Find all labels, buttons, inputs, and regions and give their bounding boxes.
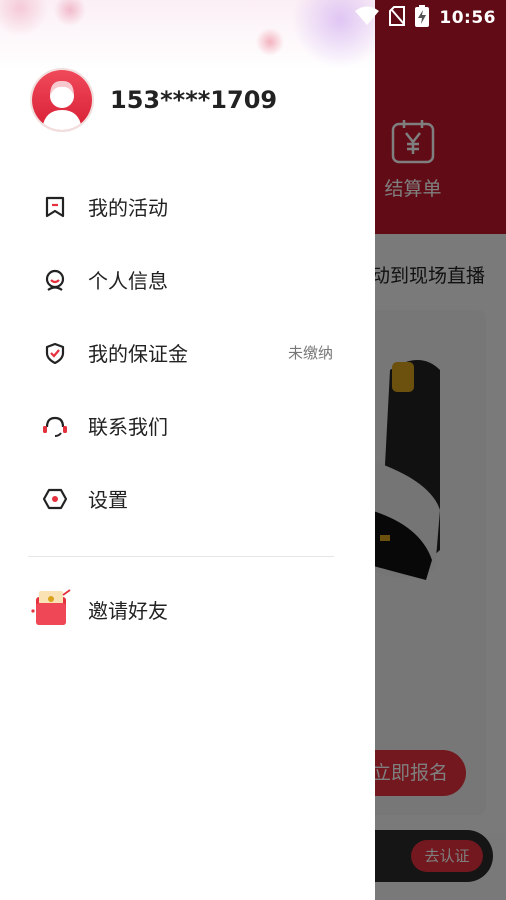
menu-item-my-activities[interactable]: 我的活动 xyxy=(0,170,375,243)
menu-item-contact-us[interactable]: 联系我们 xyxy=(0,389,375,462)
navigation-drawer: 153****1709 我的活动 个人信息 我的保证金 未缴纳 联系我们 设置 … xyxy=(0,0,375,900)
battery-charging-icon xyxy=(415,5,430,31)
menu-item-label: 设置 xyxy=(88,488,128,512)
hexagon-settings-icon xyxy=(42,486,68,512)
clock: 10:56 xyxy=(439,8,496,28)
status-bar: 10:56 xyxy=(355,5,496,31)
menu-item-label: 我的保证金 xyxy=(88,342,188,366)
user-phone: 153****1709 xyxy=(110,86,278,114)
menu-item-settings[interactable]: 设置 xyxy=(0,462,375,535)
invite-label: 邀请好友 xyxy=(88,599,168,623)
menu-divider xyxy=(28,556,334,557)
menu-item-my-deposit[interactable]: 我的保证金 未缴纳 xyxy=(0,316,375,389)
menu-item-invite-friends[interactable]: 邀请好友 xyxy=(0,572,375,644)
person-icon xyxy=(42,267,68,293)
headset-icon xyxy=(42,413,68,439)
wifi-icon xyxy=(355,6,380,30)
deposit-status: 未缴纳 xyxy=(287,344,333,362)
menu-item-label: 联系我们 xyxy=(88,415,168,439)
menu-item-label: 我的活动 xyxy=(88,196,168,220)
shield-check-icon xyxy=(42,340,68,366)
drawer-decoration xyxy=(0,0,375,70)
menu-item-label: 个人信息 xyxy=(88,269,168,293)
no-sim-icon xyxy=(389,6,406,30)
bookmark-icon xyxy=(42,194,68,220)
avatar[interactable] xyxy=(30,68,94,132)
menu-item-personal-info[interactable]: 个人信息 xyxy=(0,243,375,316)
drawer-menu: 我的活动 个人信息 我的保证金 未缴纳 联系我们 设置 xyxy=(0,170,375,535)
red-envelope-icon xyxy=(30,589,72,627)
profile-header[interactable]: 153****1709 xyxy=(30,68,277,132)
